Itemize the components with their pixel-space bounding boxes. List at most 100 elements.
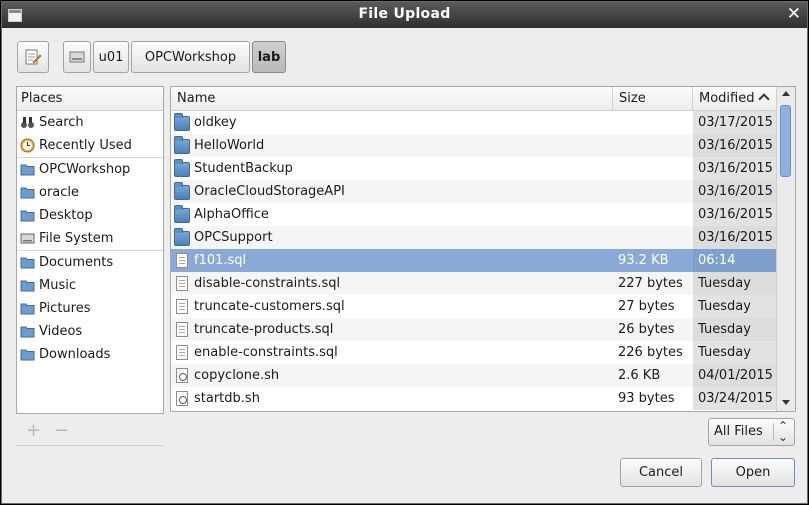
file-row[interactable]: truncate-products.sql 26 bytes Tuesday bbox=[171, 318, 776, 341]
file-row[interactable]: startdb.sh 93 bytes 03/24/2015 bbox=[171, 387, 776, 410]
file-row[interactable]: OracleCloudStorageAPI 03/16/2015 bbox=[171, 180, 776, 203]
file-row[interactable]: HelloWorld 03/16/2015 bbox=[171, 134, 776, 157]
file-upload-dialog: File Upload ✕ u01 OPCWorkshop lab Places… bbox=[1, 1, 808, 504]
documents-folder-icon bbox=[20, 255, 35, 270]
place-label: Recently Used bbox=[39, 138, 132, 153]
place-label: OPCWorkshop bbox=[39, 162, 131, 177]
downloads-folder-icon bbox=[20, 347, 35, 362]
file-row[interactable]: copyclone.sh 2.6 KB 04/01/2015 bbox=[171, 364, 776, 387]
place-label: oracle bbox=[39, 185, 80, 200]
place-item-pictures[interactable]: Pictures bbox=[17, 297, 163, 320]
folder-icon bbox=[20, 162, 35, 177]
column-size-header[interactable]: Size bbox=[613, 87, 693, 111]
scroll-thumb[interactable] bbox=[780, 105, 791, 177]
type-location-button[interactable] bbox=[17, 41, 49, 73]
music-folder-icon bbox=[20, 278, 35, 293]
column-modified-label: Modified bbox=[699, 91, 755, 106]
binoculars-icon bbox=[20, 115, 35, 130]
place-item-videos[interactable]: Videos bbox=[17, 320, 163, 343]
path-segment-lab[interactable]: lab bbox=[252, 41, 286, 73]
window-title: File Upload bbox=[358, 6, 451, 22]
file-name: copyclone.sh bbox=[194, 368, 280, 383]
file-filter-select[interactable]: All Files ⌃ ⌄ bbox=[708, 418, 795, 446]
vertical-scrollbar[interactable] bbox=[776, 87, 795, 411]
file-size: 2.6 KB bbox=[618, 368, 661, 383]
place-item-documents[interactable]: Documents bbox=[17, 251, 163, 274]
place-item-desktop[interactable]: Desktop bbox=[17, 204, 163, 227]
file-name: HelloWorld bbox=[194, 138, 265, 153]
file-row[interactable]: oldkey 03/17/2015 bbox=[171, 111, 776, 134]
folder-icon bbox=[174, 205, 190, 223]
cancel-button-label: Cancel bbox=[638, 465, 684, 480]
file-modified: 03/16/2015 bbox=[693, 203, 776, 226]
place-label: Desktop bbox=[39, 208, 93, 223]
close-icon[interactable]: ✕ bbox=[787, 4, 801, 24]
file-size: 227 bytes bbox=[618, 276, 683, 291]
remove-bookmark-button[interactable]: − bbox=[54, 421, 69, 441]
edit-location-icon bbox=[25, 49, 42, 65]
open-button[interactable]: Open bbox=[711, 458, 795, 487]
place-item-oracle[interactable]: oracle bbox=[17, 181, 163, 204]
places-header: Places bbox=[17, 87, 163, 111]
text-file-icon bbox=[176, 322, 188, 337]
place-item-downloads[interactable]: Downloads bbox=[17, 343, 163, 366]
divider bbox=[773, 423, 774, 441]
up-down-arrows-icon: ⌃ ⌄ bbox=[778, 419, 789, 444]
file-modified: 06:14 bbox=[693, 249, 776, 272]
text-file-icon bbox=[176, 345, 188, 360]
cancel-button[interactable]: Cancel bbox=[620, 458, 702, 487]
folder-icon bbox=[174, 228, 190, 246]
file-modified: 04/01/2015 bbox=[693, 364, 776, 387]
file-rows: oldkey 03/17/2015 HelloWorld 03/16/2015 Stud… bbox=[171, 111, 776, 410]
videos-folder-icon bbox=[20, 324, 35, 339]
place-label: Videos bbox=[39, 324, 83, 339]
file-modified: 03/16/2015 bbox=[693, 180, 776, 203]
file-row[interactable]: OPCSupport 03/16/2015 bbox=[171, 226, 776, 249]
path-segment-u01[interactable]: u01 bbox=[93, 41, 129, 73]
place-item-recently-used[interactable]: Recently Used bbox=[17, 134, 163, 157]
home-folder-icon bbox=[20, 185, 35, 200]
file-size: 226 bytes bbox=[618, 345, 683, 360]
path-segment-label: OPCWorkshop bbox=[144, 49, 237, 65]
file-list: Name Size Modified oldkey 03/17/2015 Hello… bbox=[170, 86, 796, 412]
folder-icon bbox=[174, 136, 190, 154]
path-segment-opcworkshop[interactable]: OPCWorkshop bbox=[131, 41, 250, 73]
file-row[interactable]: StudentBackup 03/16/2015 bbox=[171, 157, 776, 180]
file-modified: 03/24/2015 bbox=[693, 387, 776, 410]
pictures-folder-icon bbox=[20, 301, 35, 316]
file-modified: Tuesday bbox=[693, 272, 776, 295]
drive-icon bbox=[69, 51, 85, 63]
file-size: 93.2 KB bbox=[618, 253, 669, 268]
path-root-button[interactable] bbox=[63, 41, 91, 73]
place-item-file-system[interactable]: File System bbox=[17, 227, 163, 250]
text-file-icon bbox=[176, 253, 188, 268]
file-row[interactable]: AlphaOffice 03/16/2015 bbox=[171, 203, 776, 226]
file-row[interactable]: f101.sql 93.2 KB 06:14 bbox=[171, 249, 776, 272]
place-item-music[interactable]: Music bbox=[17, 274, 163, 297]
script-file-icon bbox=[176, 368, 188, 383]
column-modified-header[interactable]: Modified bbox=[693, 87, 776, 111]
file-row[interactable]: disable-constraints.sql 227 bytes Tuesday bbox=[171, 272, 776, 295]
folder-icon bbox=[174, 159, 190, 177]
file-name: enable-constraints.sql bbox=[194, 345, 338, 360]
column-name-header[interactable]: Name bbox=[171, 87, 613, 111]
titlebar: File Upload ✕ bbox=[2, 2, 807, 28]
add-bookmark-button[interactable]: + bbox=[26, 421, 41, 441]
file-size: 27 bytes bbox=[618, 299, 675, 314]
scroll-down-icon[interactable] bbox=[782, 400, 790, 405]
file-name: disable-constraints.sql bbox=[194, 276, 341, 291]
open-button-label: Open bbox=[735, 465, 771, 480]
script-file-icon bbox=[176, 391, 188, 406]
file-name: f101.sql bbox=[194, 253, 247, 268]
scroll-up-icon[interactable] bbox=[782, 91, 790, 96]
file-row[interactable]: truncate-customers.sql 27 bytes Tuesday bbox=[171, 295, 776, 318]
file-name: AlphaOffice bbox=[194, 207, 269, 222]
place-item-search[interactable]: Search bbox=[17, 111, 163, 134]
place-item-opcworkshop[interactable]: OPCWorkshop bbox=[17, 158, 163, 181]
file-name: truncate-customers.sql bbox=[194, 299, 345, 314]
file-modified: 03/16/2015 bbox=[693, 226, 776, 249]
file-row[interactable]: enable-constraints.sql 226 bytes Tuesday bbox=[171, 341, 776, 364]
file-filter-value: All Files bbox=[714, 424, 763, 439]
sort-ascending-icon bbox=[758, 93, 770, 105]
file-name: oldkey bbox=[194, 115, 237, 130]
